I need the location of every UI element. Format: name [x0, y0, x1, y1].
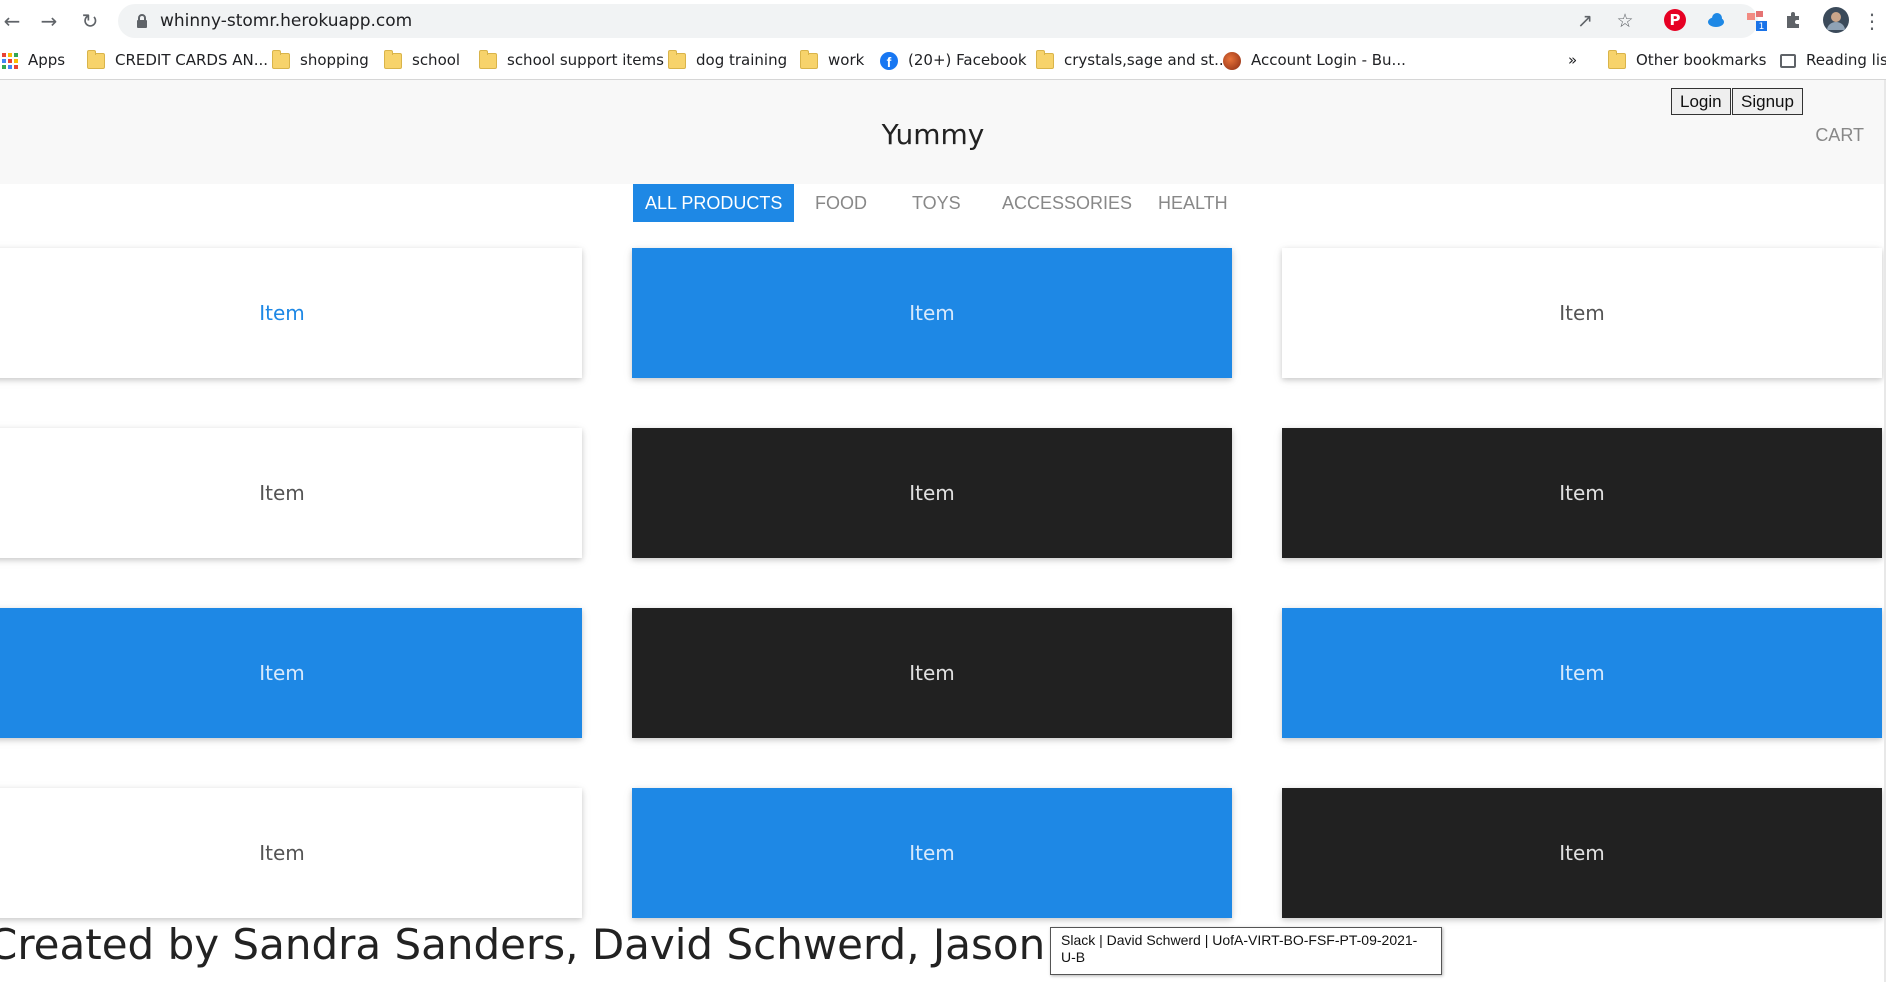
- product-label[interactable]: Item: [1559, 661, 1605, 685]
- product-label[interactable]: Item: [909, 841, 955, 865]
- product-label[interactable]: Item: [1559, 301, 1605, 325]
- bookmark-label: Account Login - Bu...: [1251, 51, 1406, 69]
- product-label[interactable]: Item: [259, 301, 305, 325]
- bookmark-crystals[interactable]: crystals,sage and st...: [1036, 42, 1228, 79]
- bookmark-label: Other bookmarks: [1636, 51, 1767, 69]
- svg-text:P: P: [1670, 11, 1681, 29]
- folder-icon: [272, 49, 290, 69]
- bookmark-label: crystals,sage and st...: [1064, 51, 1229, 69]
- site-icon: [1223, 51, 1241, 70]
- puzzle-extensions-icon[interactable]: [1782, 8, 1806, 32]
- tooltip: Slack | David Schwerd | UofA-VIRT-BO-FSF…: [1050, 927, 1442, 975]
- tab-accessories[interactable]: ACCESSORIES: [1002, 184, 1132, 222]
- product-card[interactable]: Item: [0, 788, 582, 918]
- reading-list-icon: [1780, 53, 1796, 68]
- folder-icon: [1608, 49, 1626, 69]
- cloud-icon[interactable]: [1704, 8, 1728, 32]
- page-content: Yummy Login Signup CART ALL PRODUCTS FOO…: [0, 80, 1886, 982]
- profile-avatar[interactable]: [1822, 6, 1850, 34]
- bookmark-label: shopping: [300, 51, 369, 69]
- folder-icon: [479, 49, 497, 69]
- tab-all-products[interactable]: ALL PRODUCTS: [633, 184, 795, 222]
- bookmark-facebook[interactable]: f (20+) Facebook: [880, 42, 1027, 79]
- category-tabs: ALL PRODUCTS FOOD TOYS ACCESSORIES HEALT…: [0, 184, 1886, 224]
- tab-health[interactable]: HEALTH: [1158, 184, 1228, 222]
- facebook-icon: f: [880, 51, 898, 70]
- product-card[interactable]: Item: [632, 608, 1232, 738]
- product-card[interactable]: Item: [632, 428, 1232, 558]
- tab-food[interactable]: FOOD: [815, 184, 867, 222]
- product-label[interactable]: Item: [1559, 481, 1605, 505]
- bookmark-star-icon[interactable]: ☆: [1614, 10, 1636, 32]
- product-card[interactable]: Item: [632, 248, 1232, 378]
- product-card[interactable]: Item: [1282, 608, 1882, 738]
- bookmark-label: school support items: [507, 51, 664, 69]
- bookmark-other-bookmarks[interactable]: Other bookmarks: [1608, 42, 1766, 79]
- bookmark-label: (20+) Facebook: [908, 51, 1027, 69]
- forward-arrow-icon[interactable]: →: [37, 9, 61, 33]
- browser-toolbar: ← → ↻ whinny-stomr.herokuapp.com ↗ ☆ P 1…: [0, 0, 1886, 42]
- bookmark-label: dog training: [696, 51, 788, 69]
- url-text[interactable]: whinny-stomr.herokuapp.com: [160, 4, 412, 38]
- overflow-chevron-icon: »: [1568, 51, 1578, 69]
- product-label[interactable]: Item: [1559, 841, 1605, 865]
- product-label[interactable]: Item: [909, 481, 955, 505]
- product-card[interactable]: Item: [0, 248, 582, 378]
- product-label[interactable]: Item: [909, 301, 955, 325]
- product-label[interactable]: Item: [259, 481, 305, 505]
- reading-list-button[interactable]: Reading list: [1780, 42, 1886, 79]
- bookmark-account-login[interactable]: Account Login - Bu...: [1223, 42, 1406, 79]
- bookmark-label: Apps: [28, 51, 66, 69]
- bookmark-school-support[interactable]: school support items: [479, 42, 664, 79]
- folder-icon: [384, 49, 402, 69]
- bookmark-apps[interactable]: Apps: [2, 42, 65, 79]
- chrome-menu-icon[interactable]: ⋮: [1860, 9, 1884, 33]
- product-card[interactable]: Item: [0, 608, 582, 738]
- lock-icon[interactable]: [134, 13, 150, 29]
- bookmark-label: school: [412, 51, 461, 69]
- product-label[interactable]: Item: [259, 841, 305, 865]
- product-card[interactable]: Item: [632, 788, 1232, 918]
- extension-share-icon[interactable]: 1: [1744, 8, 1768, 32]
- pinterest-icon[interactable]: P: [1663, 8, 1687, 32]
- bookmark-label: CREDIT CARDS AN...: [115, 51, 269, 69]
- site-title: Yummy: [881, 118, 985, 151]
- extension-badge: 1: [1759, 22, 1765, 32]
- product-card[interactable]: Item: [0, 428, 582, 558]
- product-card[interactable]: Item: [1282, 428, 1882, 558]
- folder-icon: [87, 49, 105, 69]
- bookmark-work[interactable]: work: [800, 42, 864, 79]
- product-card[interactable]: Item: [1282, 248, 1882, 378]
- bookmarks-bar: Apps CREDIT CARDS AN... shopping school …: [0, 42, 1886, 80]
- address-bar[interactable]: whinny-stomr.herokuapp.com ↗ ☆: [118, 4, 1758, 38]
- cart-link[interactable]: CART: [1815, 125, 1864, 146]
- login-button[interactable]: Login: [1671, 88, 1731, 115]
- back-arrow-icon[interactable]: ←: [0, 9, 24, 33]
- reload-icon[interactable]: ↻: [78, 9, 102, 33]
- bookmark-school[interactable]: school: [384, 42, 460, 79]
- product-label[interactable]: Item: [259, 661, 305, 685]
- bookmark-label: work: [828, 51, 865, 69]
- bookmark-shopping[interactable]: shopping: [272, 42, 369, 79]
- product-label[interactable]: Item: [909, 661, 955, 685]
- signup-button[interactable]: Signup: [1732, 88, 1803, 115]
- product-card[interactable]: Item: [1282, 788, 1882, 918]
- apps-grid-icon: [2, 52, 18, 69]
- bookmark-label: Reading list: [1806, 51, 1886, 69]
- tab-toys[interactable]: TOYS: [912, 184, 961, 222]
- bookmarks-overflow-button[interactable]: »: [1568, 42, 1577, 79]
- bookmark-credit-cards[interactable]: CREDIT CARDS AN...: [87, 42, 268, 79]
- folder-icon: [800, 49, 818, 69]
- folder-icon: [1036, 49, 1054, 69]
- site-header: Yummy Login Signup CART: [0, 80, 1886, 184]
- bookmark-dog-training[interactable]: dog training: [668, 42, 787, 79]
- folder-icon: [668, 49, 686, 69]
- share-icon[interactable]: ↗: [1574, 10, 1596, 32]
